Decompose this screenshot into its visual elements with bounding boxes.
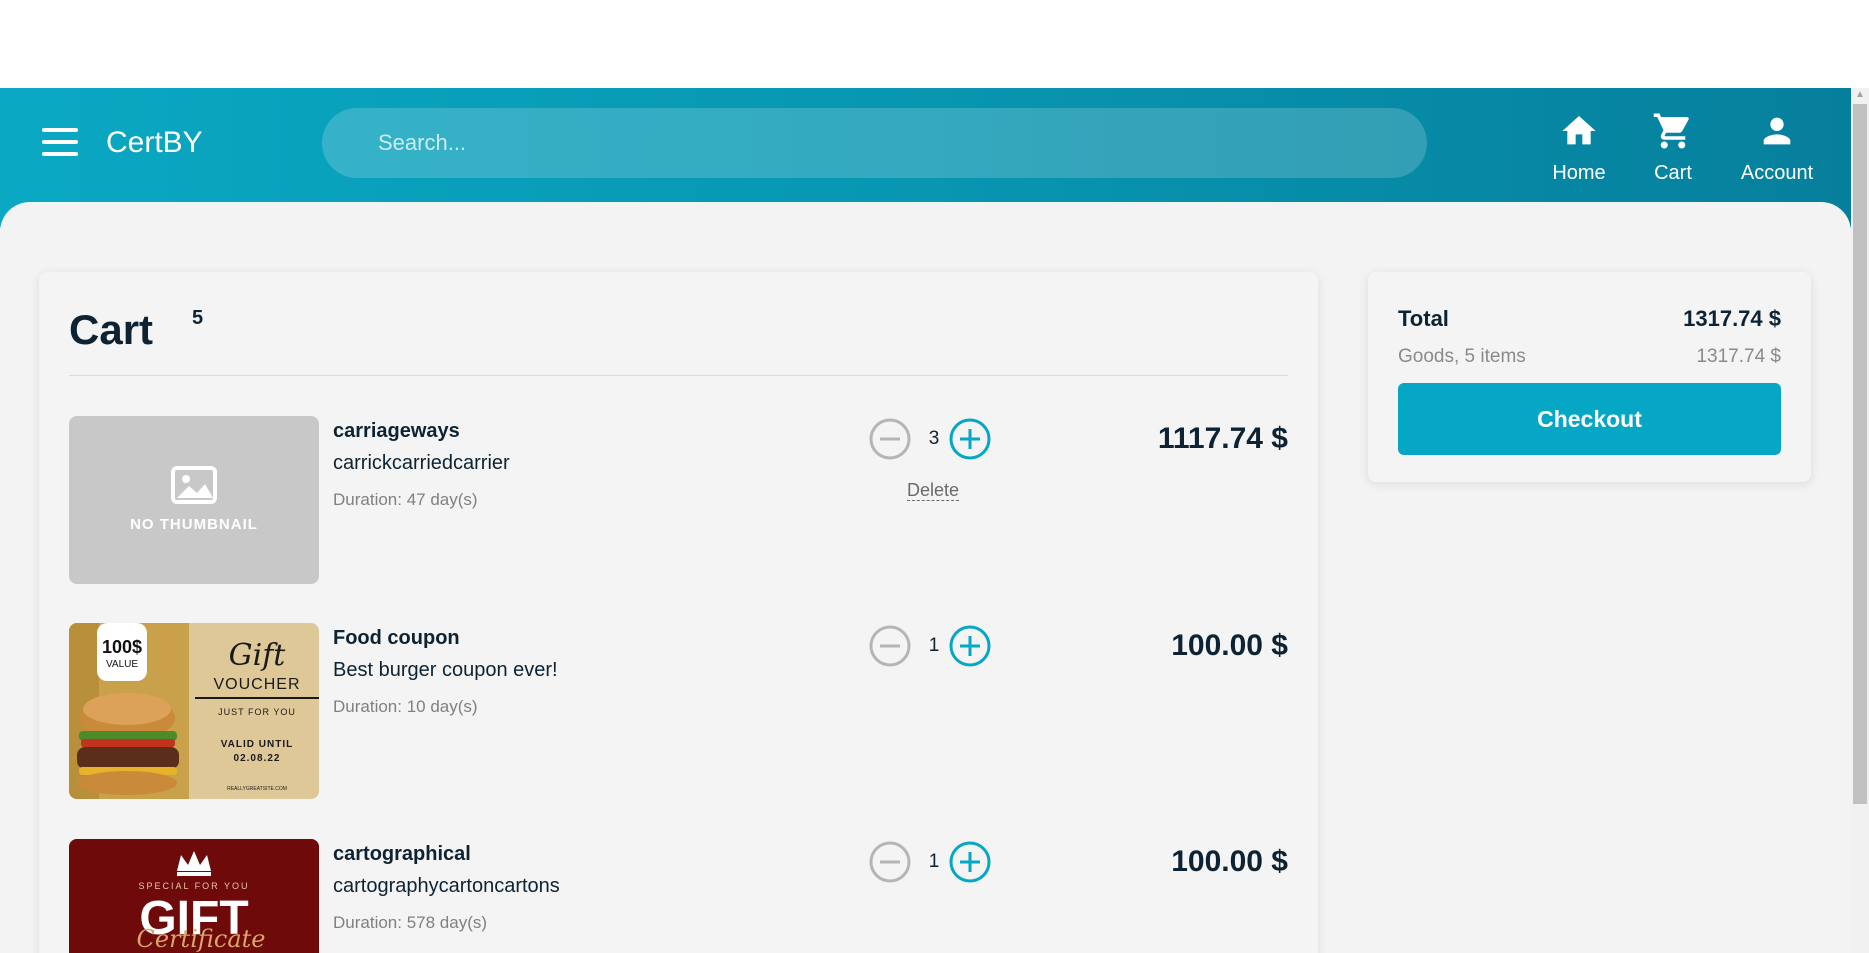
svg-text:VALUE: VALUE — [106, 659, 138, 670]
nav-account-label: Account — [1740, 162, 1814, 184]
main-content: Cart 5 NO THUMBNAIL carriageways carrick… — [0, 202, 1851, 953]
cart-item: SPECIAL FOR YOU GIFT Certificate cartogr… — [69, 839, 1288, 953]
cart-count-badge: 5 — [192, 307, 204, 329]
minus-circle-icon[interactable] — [869, 841, 911, 883]
gift-certificate-image: SPECIAL FOR YOU GIFT Certificate — [69, 839, 319, 953]
search-input[interactable] — [322, 108, 1427, 178]
item-duration: Duration: 578 day(s) — [333, 913, 488, 932]
item-price: 100.00 $ — [1171, 845, 1288, 878]
hamburger-menu-icon[interactable] — [42, 128, 78, 156]
plus-circle-icon[interactable] — [949, 625, 991, 667]
item-name[interactable]: cartographical — [333, 843, 471, 866]
goods-label: Goods, 5 items — [1398, 346, 1526, 367]
item-description: Best burger coupon ever! — [333, 659, 558, 681]
scrollbar-thumb[interactable] — [1853, 104, 1867, 804]
item-description: carrickcarriedcarrier — [333, 452, 510, 474]
svg-text:NO THUMBNAIL: NO THUMBNAIL — [130, 516, 258, 533]
brand-logo[interactable]: CertBY — [106, 126, 203, 160]
cart-icon — [1653, 113, 1689, 149]
nav-home[interactable]: Home — [1548, 110, 1610, 185]
item-name[interactable]: carriageways — [333, 420, 460, 443]
delete-link[interactable]: Delete — [907, 480, 960, 501]
cart-panel: Cart 5 NO THUMBNAIL carriageways carrick… — [39, 272, 1318, 953]
cart-item: NO THUMBNAIL carriageways carrickcarried… — [69, 416, 1288, 586]
svg-text:VOUCHER: VOUCHER — [213, 676, 300, 693]
gift-voucher-image: 100$ VALUE Gift VOUCHER JUST FOR YOU VAL… — [69, 623, 319, 799]
quantity-stepper: 1 — [869, 839, 999, 885]
item-duration: Duration: 47 day(s) — [333, 490, 478, 509]
divider — [69, 375, 1288, 376]
item-description: cartographycartoncartons — [333, 875, 560, 897]
nav-cart[interactable]: Cart — [1650, 110, 1696, 185]
nav-account[interactable]: Account — [1732, 110, 1822, 185]
svg-text:Gift: Gift — [229, 638, 287, 673]
total-label: Total — [1398, 306, 1449, 331]
svg-text:02.08.22: 02.08.22 — [234, 753, 281, 764]
svg-text:REALLYGREATSITE.COM: REALLYGREATSITE.COM — [227, 786, 287, 792]
no-thumbnail-placeholder: NO THUMBNAIL — [130, 466, 258, 533]
plus-circle-icon[interactable] — [949, 418, 991, 460]
minus-circle-icon[interactable] — [869, 625, 911, 667]
quantity-value: 1 — [928, 851, 940, 872]
minus-circle-icon[interactable] — [869, 418, 911, 460]
item-name[interactable]: Food coupon — [333, 627, 460, 650]
cart-title: Cart — [69, 306, 154, 353]
quantity-value: 3 — [928, 428, 940, 449]
item-price: 100.00 $ — [1171, 629, 1288, 662]
item-duration: Duration: 10 day(s) — [333, 697, 478, 716]
svg-text:100$: 100$ — [102, 637, 142, 657]
svg-text:SPECIAL FOR YOU: SPECIAL FOR YOU — [138, 881, 249, 891]
order-summary: Total 1317.74 $ Goods, 5 items 1317.74 $… — [1368, 272, 1811, 482]
quantity-value: 1 — [928, 635, 940, 656]
burger-graphic — [77, 693, 179, 795]
goods-value: 1317.74 $ — [1696, 346, 1781, 367]
svg-text:VALID UNTIL: VALID UNTIL — [221, 739, 293, 750]
item-thumbnail[interactable]: NO THUMBNAIL — [69, 416, 319, 584]
cart-item: 100$ VALUE Gift VOUCHER JUST FOR YOU VAL… — [69, 623, 1288, 799]
account-icon — [1763, 117, 1791, 145]
item-thumbnail[interactable]: 100$ VALUE Gift VOUCHER JUST FOR YOU VAL… — [69, 623, 319, 799]
search-bar[interactable] — [322, 108, 1427, 178]
total-value: 1317.74 $ — [1683, 306, 1781, 331]
checkout-button[interactable]: Checkout — [1398, 383, 1781, 455]
quantity-stepper: 1 — [869, 623, 999, 669]
image-icon — [171, 466, 217, 504]
plus-circle-icon[interactable] — [949, 841, 991, 883]
home-icon — [1562, 116, 1596, 145]
nav-home-label: Home — [1552, 162, 1606, 184]
item-thumbnail[interactable]: SPECIAL FOR YOU GIFT Certificate — [69, 839, 319, 953]
svg-text:JUST FOR YOU: JUST FOR YOU — [218, 707, 296, 717]
scroll-up-arrow-icon[interactable]: ▲ — [1855, 90, 1865, 100]
svg-text:Certificate: Certificate — [137, 925, 266, 953]
nav-cart-label: Cart — [1654, 162, 1692, 184]
page-scrollbar[interactable]: ▲ — [1851, 88, 1869, 953]
item-price: 1117.74 $ — [1157, 422, 1288, 455]
quantity-stepper: 3 — [869, 416, 999, 462]
